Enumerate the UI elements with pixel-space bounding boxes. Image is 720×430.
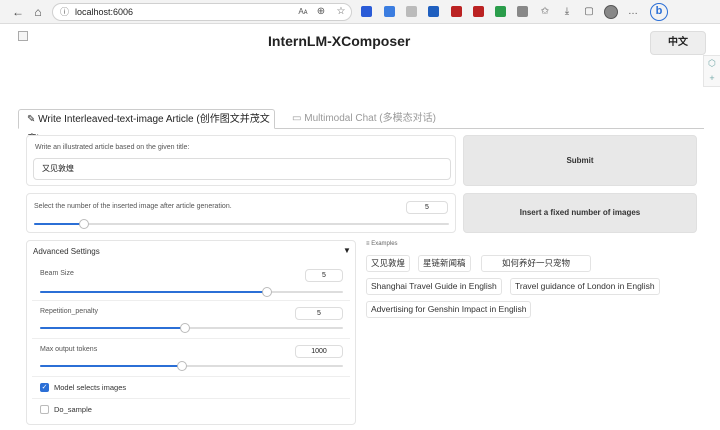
tab-label: Multimodal Chat (多模态对话)	[304, 113, 436, 124]
repetition-penalty-slider[interactable]	[40, 323, 343, 333]
slider-thumb[interactable]	[177, 361, 188, 371]
do-sample-label: Do_sample	[54, 405, 92, 414]
slider-thumb[interactable]	[78, 219, 89, 229]
insert-images-button[interactable]: Insert a fixed number of images	[463, 193, 697, 233]
tab-multimodal-chat[interactable]: ▭ Multimodal Chat (多模态对话)	[284, 109, 444, 129]
hexagon-icon: ⬡	[708, 58, 716, 68]
num-images-field[interactable]: 5	[406, 201, 448, 214]
beam-size-field[interactable]: 5	[305, 269, 343, 282]
extension-icon[interactable]	[517, 6, 528, 17]
read-aloud-icon[interactable]: Aᴀ	[296, 5, 310, 19]
title-input-panel: Write an illustrated article based on th…	[26, 135, 456, 186]
favorite-add-icon[interactable]: ☆	[334, 5, 348, 19]
beam-size-control: Beam Size 5	[32, 263, 350, 301]
example-item[interactable]: 如何养好一只宠物	[481, 255, 591, 272]
collections-icon[interactable]: ▢	[582, 5, 596, 19]
repetition-penalty-field[interactable]: 5	[295, 307, 343, 320]
back-icon[interactable]: ←	[10, 4, 26, 20]
num-images-panel: Select the number of the inserted image …	[26, 193, 456, 233]
repetition-penalty-label: Repetition_penalty	[40, 308, 98, 315]
slider-fill	[34, 223, 84, 225]
extension-icon[interactable]	[451, 6, 462, 17]
downloads-icon[interactable]: ⤓	[560, 5, 574, 19]
page-title: InternLM-XComposer	[268, 33, 411, 49]
edit-icon: ✎	[27, 114, 36, 125]
slider-thumb[interactable]	[262, 287, 273, 297]
submit-button[interactable]: Submit	[463, 135, 697, 186]
zoom-icon[interactable]: ⊕	[314, 5, 328, 19]
example-item[interactable]: Advertising for Genshin Impact in Englis…	[366, 301, 532, 318]
slider-fill	[40, 327, 186, 329]
beam-size-label: Beam Size	[40, 270, 74, 277]
broken-image-icon	[18, 31, 28, 41]
slider-fill	[40, 365, 183, 367]
chat-icon: ▭	[292, 113, 302, 124]
collapse-icon[interactable]: ▼	[343, 246, 351, 255]
favorites-icon[interactable]: ✩	[538, 5, 552, 19]
model-selects-images-option[interactable]: ✓ Model selects images	[32, 377, 350, 399]
do-sample-checkbox[interactable]	[40, 405, 49, 414]
plus-icon: +	[709, 73, 715, 83]
model-selects-images-checkbox[interactable]: ✓	[40, 383, 49, 392]
example-item[interactable]: 又见敦煌	[366, 255, 411, 272]
title-input[interactable]: 又见敦煌	[33, 158, 451, 180]
extension-icon[interactable]	[384, 6, 395, 17]
title-input-label: Write an illustrated article based on th…	[35, 144, 190, 151]
example-item[interactable]: 星链新闻稿	[418, 255, 471, 272]
max-output-tokens-control: Max output tokens 1000	[32, 339, 350, 377]
model-selects-images-label: Model selects images	[54, 383, 127, 392]
max-output-tokens-label: Max output tokens	[40, 346, 98, 353]
slider-fill	[40, 291, 268, 293]
more-menu-icon[interactable]: …	[626, 5, 640, 19]
bing-icon[interactable]: b	[650, 3, 668, 21]
list-icon: ≡	[366, 241, 370, 247]
repetition-penalty-control: Repetition_penalty 5	[32, 301, 350, 339]
advanced-settings-title: Advanced Settings	[33, 247, 100, 256]
advanced-settings-panel: Advanced Settings ▼ Beam Size 5 Repetiti…	[26, 240, 356, 425]
extension-icon[interactable]	[473, 6, 484, 17]
language-toggle-button[interactable]: 中文	[650, 31, 706, 55]
examples-label: ≡ Examples	[366, 241, 398, 247]
max-output-tokens-slider[interactable]	[40, 361, 343, 371]
info-icon[interactable]: ⓘ	[60, 4, 69, 20]
example-item[interactable]: Shanghai Travel Guide in English	[366, 278, 502, 295]
url-text: localhost:6006	[75, 7, 134, 17]
extension-icon[interactable]	[495, 6, 506, 17]
num-images-label: Select the number of the inserted image …	[34, 203, 232, 210]
num-images-slider[interactable]	[34, 219, 449, 229]
slider-thumb[interactable]	[180, 323, 191, 333]
extension-icon[interactable]	[406, 6, 417, 17]
max-output-tokens-field[interactable]: 1000	[295, 345, 343, 358]
beam-size-slider[interactable]	[40, 287, 343, 297]
home-icon[interactable]: ⌂	[30, 4, 46, 20]
advanced-settings-header[interactable]: Advanced Settings ▼	[27, 241, 355, 261]
extension-icon[interactable]	[361, 6, 372, 17]
example-item[interactable]: Travel guidance of London in English	[510, 278, 660, 295]
side-panel-handle[interactable]: ⬡ +	[703, 55, 720, 87]
browser-toolbar: ← ⌂ ⓘ localhost:6006 Aᴀ ⊕ ☆ ✩ ⤓ ▢ … b	[0, 0, 720, 24]
tab-write-article[interactable]: ✎ Write Interleaved-text-image Article (…	[18, 109, 275, 145]
profile-avatar[interactable]	[604, 5, 618, 19]
extension-icon[interactable]	[428, 6, 439, 17]
do-sample-option[interactable]: Do_sample	[32, 399, 350, 421]
examples-label-text: Examples	[371, 241, 398, 247]
